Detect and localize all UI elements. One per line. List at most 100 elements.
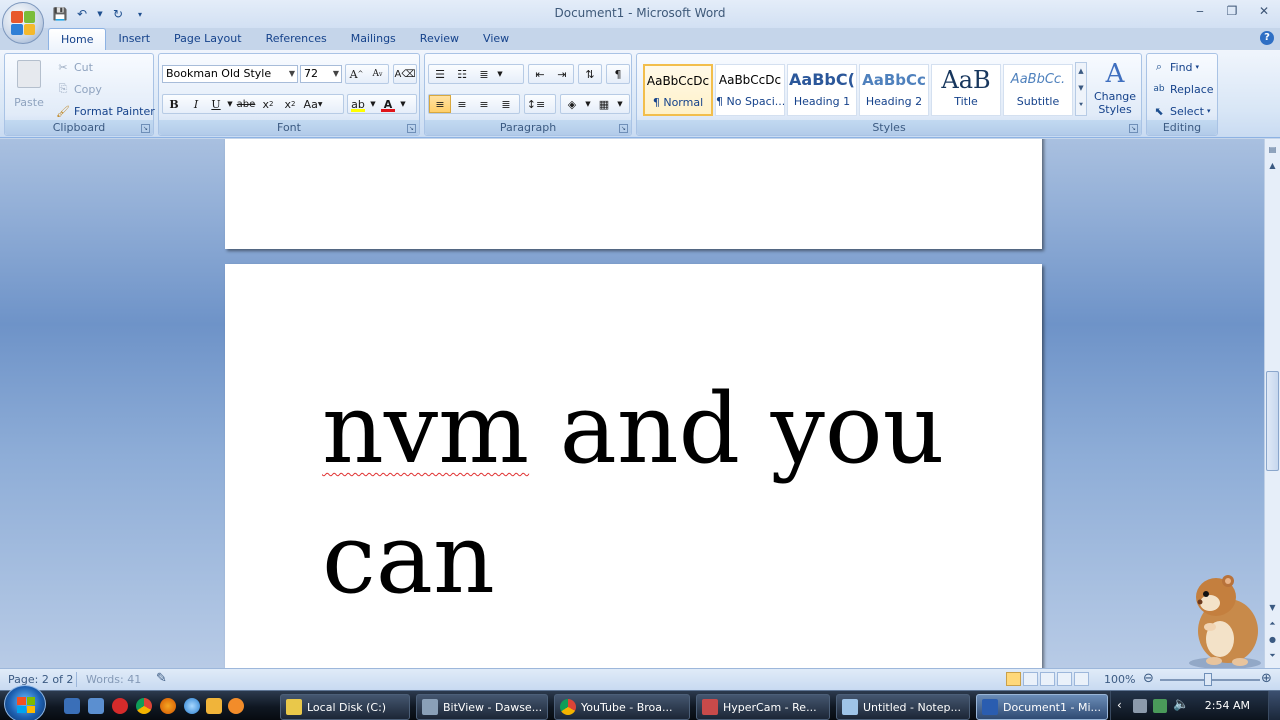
tray-expand-icon[interactable]: ‹ [1117, 698, 1122, 712]
decrease-indent-icon[interactable]: ⇤ [529, 65, 551, 83]
scroll-up-icon[interactable]: ▲ [1265, 159, 1280, 173]
replace-button[interactable]: ab Replace [1151, 80, 1213, 98]
opera-icon[interactable] [112, 698, 128, 714]
clock[interactable]: 2:54 AM [1205, 699, 1250, 712]
underline-dropdown-icon[interactable]: ▼ [225, 95, 235, 113]
format-painter-button[interactable]: 🖌 Format Painter [55, 102, 155, 120]
align-right-icon[interactable]: ≡ [473, 95, 495, 113]
find-button[interactable]: ⌕ Find ▾ [1151, 58, 1199, 76]
view-ruler-icon[interactable]: ▤ [1265, 143, 1280, 157]
scroll-down-icon[interactable]: ▼ [1265, 601, 1280, 615]
italic-icon[interactable]: I [185, 95, 207, 113]
select-button[interactable]: ⬉ Select ▾ [1151, 102, 1210, 120]
zoom-out-icon[interactable]: ⊖ [1143, 671, 1154, 686]
grow-font-icon[interactable]: A ^ [346, 65, 367, 83]
taskbar-item-notepad[interactable]: Untitled - Notep... [836, 694, 970, 720]
taskbar-item-word[interactable]: Document1 - Mi... [976, 694, 1108, 720]
switch-windows-icon[interactable] [88, 698, 104, 714]
tab-page-layout[interactable]: Page Layout [162, 28, 254, 50]
document-text[interactable]: nvm and you can [322, 364, 1002, 624]
media-player-icon[interactable] [206, 698, 222, 714]
cut-button[interactable]: ✂ Cut [55, 58, 93, 76]
previous-page-icon[interactable]: ⏶ [1265, 617, 1280, 631]
font-color-icon[interactable]: A [378, 95, 398, 113]
browser-icon[interactable] [184, 698, 200, 714]
font-launcher-icon[interactable]: ↘ [407, 124, 416, 133]
paragraph-launcher-icon[interactable]: ↘ [619, 124, 628, 133]
start-button[interactable] [4, 685, 46, 720]
outline-icon[interactable] [1057, 672, 1072, 686]
tab-review[interactable]: Review [408, 28, 471, 50]
scroll-thumb[interactable] [1266, 371, 1279, 471]
increase-indent-icon[interactable]: ⇥ [551, 65, 573, 83]
show-desktop-strip[interactable] [1268, 691, 1280, 720]
font-color-dropdown-icon[interactable]: ▼ [398, 95, 408, 113]
subscript-icon[interactable]: x2 [257, 95, 279, 113]
print-layout-icon[interactable] [1006, 672, 1021, 686]
clear-formatting-icon[interactable]: A⌫ [394, 65, 416, 83]
change-case-icon[interactable]: Aa ▼ [301, 95, 325, 113]
borders-icon[interactable]: ▦ [593, 95, 615, 113]
font-size-combo[interactable]: 72 ▼ [300, 65, 342, 83]
clipboard-launcher-icon[interactable]: ↘ [141, 124, 150, 133]
help-icon[interactable]: ? [1260, 31, 1274, 45]
page-indicator[interactable]: Page: 2 of 2 [8, 673, 73, 686]
tray-app-icon[interactable] [1133, 699, 1147, 713]
align-left-icon[interactable]: ≡ [429, 95, 451, 113]
line-spacing-icon[interactable]: ↕≡ [525, 95, 547, 113]
proofing-icon[interactable]: ✎ [156, 671, 167, 686]
style-heading-2[interactable]: AaBbCc Heading 2 [859, 64, 929, 116]
next-page-icon[interactable]: ⏷ [1265, 649, 1280, 663]
tab-references[interactable]: References [254, 28, 339, 50]
document-page-1[interactable] [225, 139, 1042, 249]
style-heading-1[interactable]: AaBbC( Heading 1 [787, 64, 857, 116]
sort-icon[interactable]: ⇅ [579, 65, 601, 83]
superscript-icon[interactable]: x2 [279, 95, 301, 113]
list-dropdown-icon[interactable]: ▼ [495, 65, 505, 83]
browse-object-icon[interactable]: ● [1265, 633, 1280, 647]
chrome-icon[interactable] [136, 698, 152, 714]
vertical-scrollbar[interactable]: ▤ ▲ ▼ ⏶ ● ⏷ [1264, 139, 1280, 668]
tray-network-icon[interactable] [1153, 699, 1167, 713]
tab-mailings[interactable]: Mailings [339, 28, 408, 50]
tab-view[interactable]: View [471, 28, 521, 50]
draft-icon[interactable] [1074, 672, 1089, 686]
messenger-icon[interactable] [228, 698, 244, 714]
underline-icon[interactable]: U [207, 95, 225, 113]
office-button[interactable] [2, 2, 44, 44]
zoom-slider-thumb[interactable] [1204, 673, 1212, 686]
align-center-icon[interactable]: ≡ [451, 95, 473, 113]
taskbar-item-bitview[interactable]: BitView - Dawse... [416, 694, 548, 720]
style-no-spacing[interactable]: AaBbCcDc ¶ No Spaci... [715, 64, 785, 116]
restore-button[interactable]: ❐ [1222, 4, 1242, 18]
volume-icon[interactable]: 🔈 [1173, 697, 1189, 712]
style-title[interactable]: AaB Title [931, 64, 1001, 116]
web-layout-icon[interactable] [1040, 672, 1055, 686]
styles-launcher-icon[interactable]: ↘ [1129, 124, 1138, 133]
change-styles-button[interactable]: A Change Styles [1091, 58, 1139, 120]
paste-button[interactable]: Paste [11, 58, 47, 116]
shrink-font-icon[interactable]: Av [367, 65, 388, 83]
document-page-2[interactable]: nvm and you can [225, 264, 1042, 668]
font-name-combo[interactable]: Bookman Old Style ▼ [162, 65, 298, 83]
tab-home[interactable]: Home [48, 28, 107, 50]
full-screen-reading-icon[interactable] [1023, 672, 1038, 686]
show-desktop-icon[interactable] [64, 698, 80, 714]
misspelled-word[interactable]: nvm [322, 373, 529, 485]
styles-gallery-scroll[interactable]: ▲ ▼ ⯆ [1075, 62, 1087, 116]
shading-dropdown-icon[interactable]: ▼ [583, 95, 593, 113]
numbering-icon[interactable]: ☷ [451, 65, 473, 83]
zoom-slider[interactable] [1160, 673, 1260, 686]
taskbar-item-youtube[interactable]: YouTube - Broa... [554, 694, 690, 720]
zoom-level[interactable]: 100% [1104, 673, 1135, 686]
highlighter-icon[interactable]: ab [348, 95, 368, 113]
minimize-button[interactable]: ‒ [1190, 4, 1210, 18]
copy-button[interactable]: ⎘ Copy [55, 80, 102, 98]
bullets-icon[interactable]: ☰ [429, 65, 451, 83]
tab-insert[interactable]: Insert [106, 28, 162, 50]
borders-dropdown-icon[interactable]: ▼ [615, 95, 625, 113]
shading-icon[interactable]: ◈ [561, 95, 583, 113]
zoom-in-icon[interactable]: ⊕ [1261, 671, 1272, 686]
highlight-dropdown-icon[interactable]: ▼ [368, 95, 378, 113]
strikethrough-icon[interactable]: abe [235, 95, 257, 113]
